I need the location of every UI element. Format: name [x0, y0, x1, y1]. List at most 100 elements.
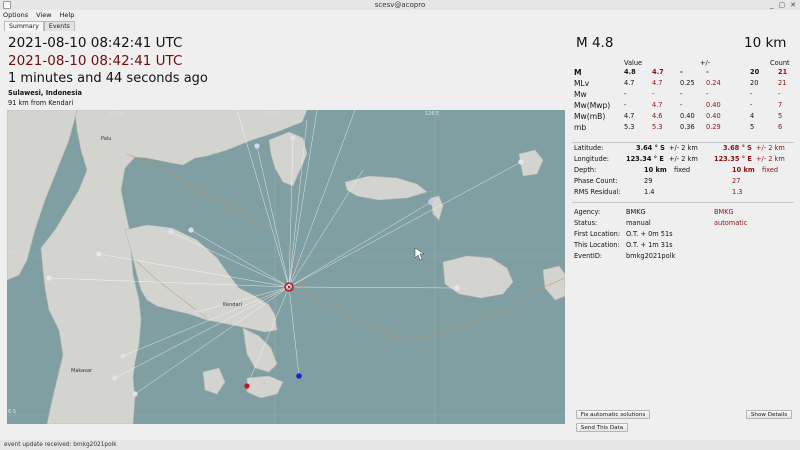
station-marker: [188, 227, 194, 233]
depth-auto-status: fixed: [762, 166, 779, 174]
event-map[interactable]: 120 E 123 E 126 E 3 S 6 S Palu Kendari M…: [7, 110, 565, 424]
longitude-label: Longitude:: [574, 155, 610, 163]
agency-value: BMKG: [626, 208, 646, 216]
magnitude-cnt-auto: 21: [778, 79, 787, 87]
magnitude-row: Mw - - - - - -: [572, 90, 798, 99]
origin-time-automatic: 2021-08-10 08:42:41 UTC: [8, 53, 183, 69]
menu-options[interactable]: Options: [3, 10, 28, 20]
magnitude-type: M: [574, 68, 582, 77]
send-this-data-button[interactable]: Send This Data: [576, 423, 628, 432]
magnitude-val: 4.7: [624, 112, 635, 120]
magnitude-val-auto: 4.7: [652, 101, 663, 109]
station-marker: [296, 373, 302, 379]
magnitude-val: -: [624, 90, 627, 98]
magnitude-cnt: 20: [750, 68, 760, 76]
close-icon[interactable]: ✕: [790, 0, 796, 10]
depth-status: fixed: [674, 166, 691, 174]
map-canvas[interactable]: [7, 110, 565, 424]
longitude-value: 123.34 ° E: [626, 155, 664, 163]
magnitude-type: MLv: [574, 79, 590, 88]
show-details-button[interactable]: Show Details: [746, 410, 792, 419]
divider: [572, 202, 794, 203]
agency-auto-value: BMKG: [714, 208, 734, 216]
magnitude-cnt-auto: 6: [778, 123, 783, 131]
agency-label: Agency:: [574, 208, 601, 216]
magnitude-display: M 4.8: [576, 35, 614, 51]
lon-label: 120 E: [109, 111, 124, 117]
latitude-auto-value: 3.68 ° S: [723, 144, 752, 152]
magnitude-err: 0.36: [680, 123, 695, 131]
magnitude-err-auto: 0.40: [706, 101, 721, 109]
menu-view[interactable]: View: [36, 10, 51, 20]
first-location-label: First Location:: [574, 230, 621, 238]
eventid-row: EventID: bmkg2021polk: [572, 252, 798, 261]
lat-label: 3 S: [8, 250, 16, 256]
magnitude-val-auto: 4.7: [652, 68, 664, 76]
depth-auto-value: 10 km: [732, 166, 755, 174]
status-value: manual: [626, 219, 651, 227]
minimize-icon[interactable]: _: [770, 0, 774, 10]
station-marker: [290, 135, 296, 141]
magnitude-val: 5.3: [624, 123, 635, 131]
magnitude-err-auto: -: [706, 68, 709, 76]
magnitude-cnt-auto: 21: [778, 68, 788, 76]
magnitude-err-auto: 0.29: [706, 123, 721, 131]
magnitude-cnt: 20: [750, 79, 759, 87]
station-marker: [120, 353, 126, 359]
rms-value: 1.4: [644, 188, 655, 196]
menu-help[interactable]: Help: [60, 10, 75, 20]
first-location-value: O.T. + 0m 51s: [626, 230, 673, 238]
magnitude-val-auto: -: [652, 90, 655, 98]
place-label: Kendari: [223, 302, 242, 308]
station-marker: [244, 383, 250, 389]
magnitude-table-header: Value +/- Count: [572, 59, 798, 68]
station-marker: [168, 229, 174, 235]
first-location-row: First Location: O.T. + 0m 51s: [572, 230, 798, 239]
region-name: Sulawesi, Indonesia: [8, 89, 82, 97]
origin-time: 2021-08-10 08:42:41 UTC: [8, 35, 183, 51]
magnitude-row: Mw(mB) 4.7 4.6 0.40 0.40 4 5: [572, 112, 798, 121]
magnitude-err-auto: -: [706, 90, 709, 98]
station-marker: [112, 375, 118, 381]
magnitude-cnt: -: [750, 90, 753, 98]
magnitude-val-auto: 4.7: [652, 79, 663, 87]
phase-value: 29: [644, 177, 653, 185]
elapsed-time: 1 minutes and 44 seconds ago: [8, 71, 208, 86]
depth-row: Depth: 10 km fixed 10 km fixed: [572, 166, 798, 175]
rms-auto-value: 1.3: [732, 188, 743, 196]
eventid-value: bmkg2021polk: [626, 252, 676, 260]
tab-bar: Summary Events: [4, 21, 75, 31]
this-location-label: This Location:: [574, 241, 620, 249]
station-marker: [96, 251, 102, 257]
magnitude-err-auto: 0.24: [706, 79, 721, 87]
title-bar: scesv@acopro _ ▢ ✕: [0, 0, 800, 10]
this-location-row: This Location: O.T. + 1m 31s: [572, 241, 798, 250]
magnitude-type: mb: [574, 123, 587, 132]
lon-label: 123 E: [265, 111, 280, 117]
value-header: Value: [624, 59, 643, 67]
tab-summary[interactable]: Summary: [4, 21, 44, 31]
magnitude-val: -: [624, 101, 627, 109]
magnitude-row: M 4.8 4.7 - - 20 21: [572, 68, 798, 77]
magnitude-cnt: 4: [750, 112, 755, 120]
count-header: Count: [770, 59, 790, 67]
tab-events[interactable]: Events: [43, 21, 75, 31]
latitude-label: Latitude:: [574, 144, 604, 152]
fix-automatic-solutions-button[interactable]: Fix automatic solutions: [576, 410, 650, 419]
menu-bar: Options View Help: [0, 10, 800, 20]
magnitude-type: Mw: [574, 90, 587, 99]
magnitude-val-auto: 5.3: [652, 123, 663, 131]
magnitude-cnt-auto: 7: [778, 101, 783, 109]
depth-value: 10 km: [644, 166, 667, 174]
magnitude-cnt-auto: -: [778, 90, 781, 98]
status-label: Status:: [574, 219, 598, 227]
latitude-error: +/- 2 km: [669, 144, 698, 152]
station-marker: [254, 143, 260, 149]
eventid-label: EventID:: [574, 252, 603, 260]
maximize-icon[interactable]: ▢: [779, 0, 786, 10]
depth-label: Depth:: [574, 166, 597, 174]
lat-label: 6 S: [8, 409, 16, 415]
magnitude-cnt: -: [750, 101, 753, 109]
nearest-city: 91 km from Kendari: [8, 99, 74, 107]
this-location-value: O.T. + 1m 31s: [626, 241, 673, 249]
